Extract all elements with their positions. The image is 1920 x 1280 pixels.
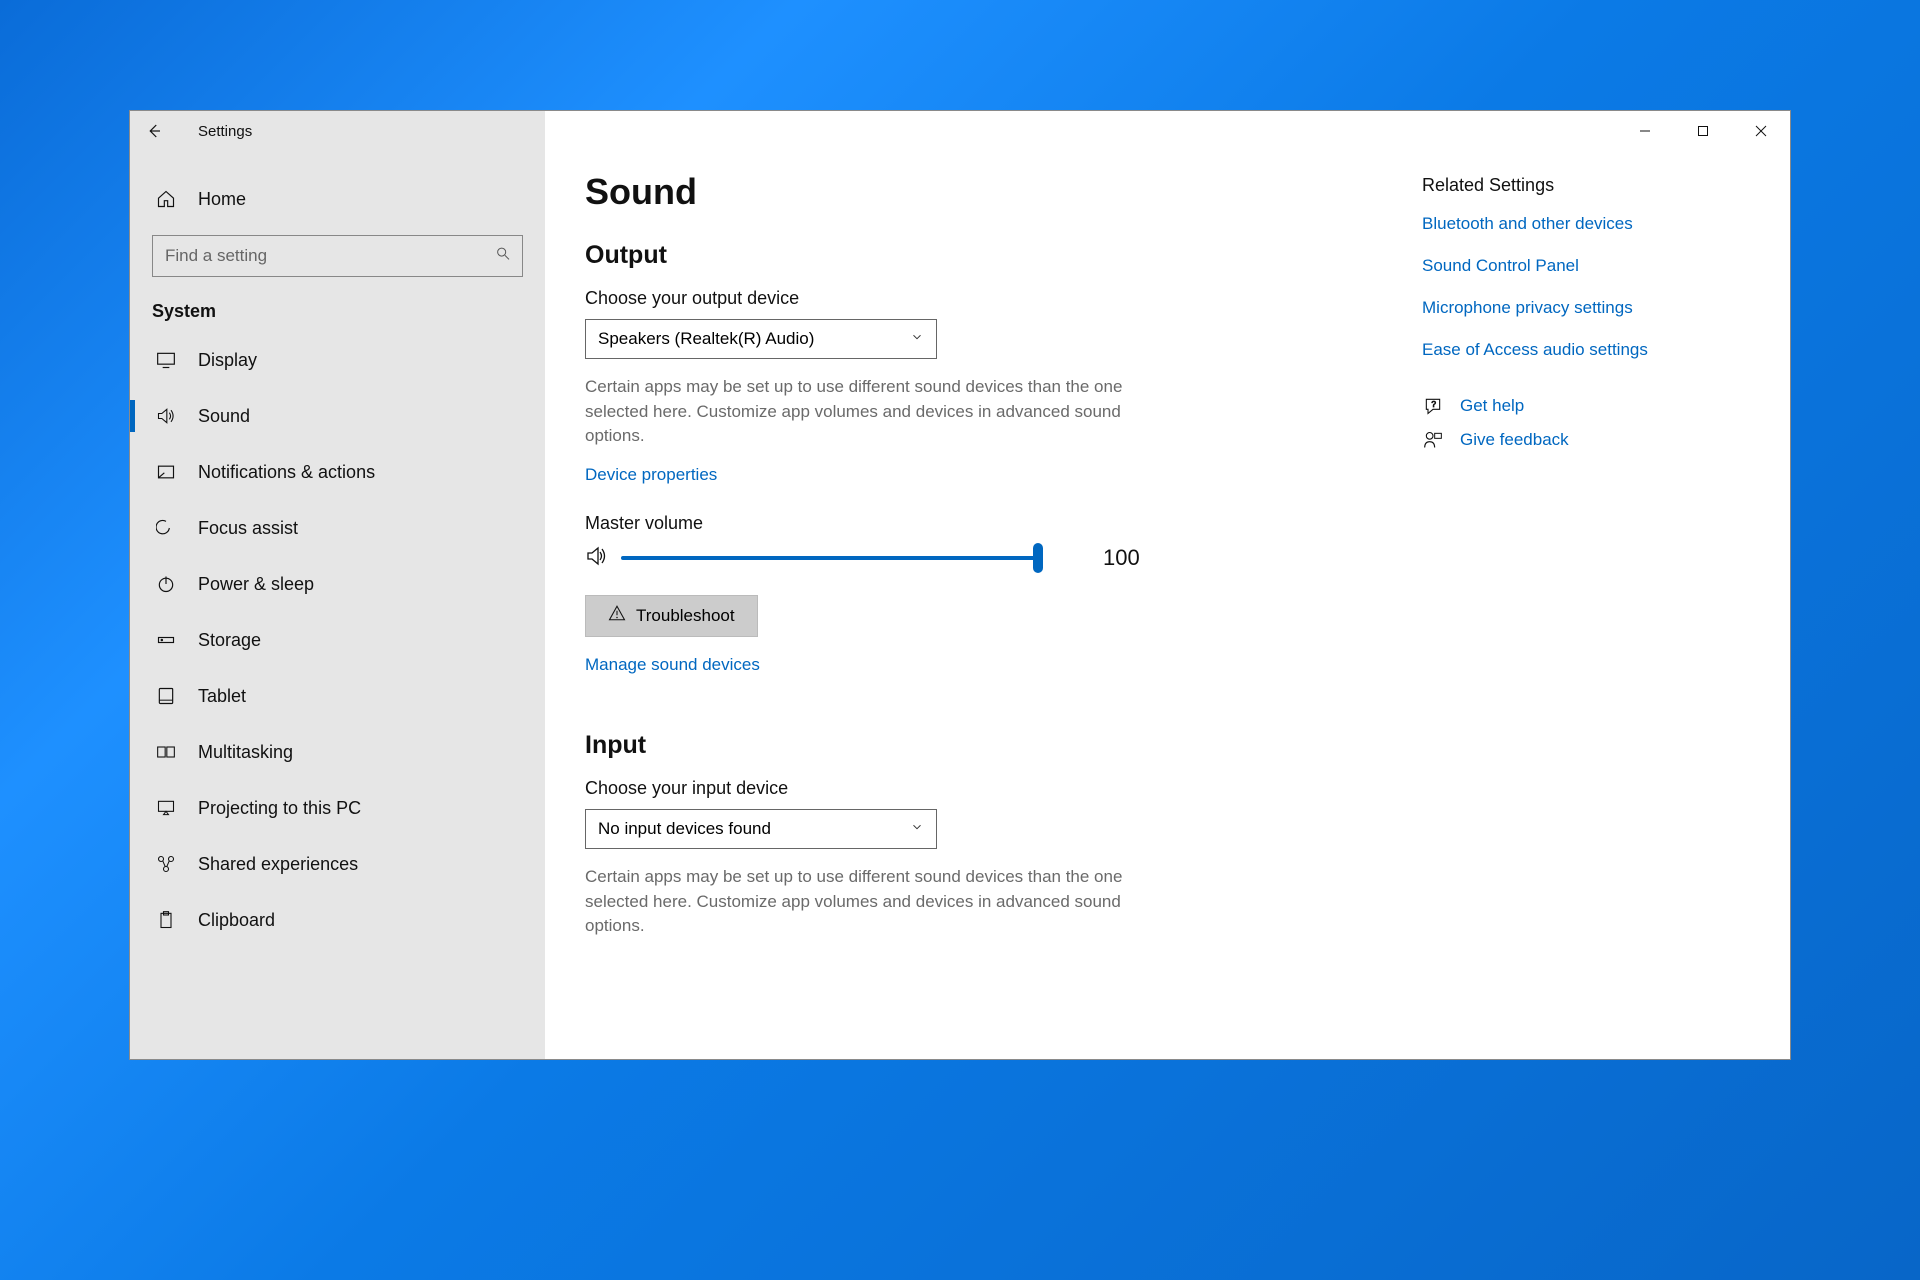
svg-text:?: ? <box>1431 399 1436 409</box>
shared-icon <box>152 854 180 874</box>
sidebar-item-multitasking[interactable]: Multitasking <box>130 724 545 780</box>
sidebar-item-focus-assist[interactable]: Focus assist <box>130 500 545 556</box>
home-icon <box>152 189 180 209</box>
get-help-link[interactable]: Get help <box>1460 396 1524 416</box>
sidebar-home-label: Home <box>198 189 246 210</box>
input-heading: Input <box>585 731 1335 760</box>
search-icon <box>495 245 511 266</box>
chevron-down-icon <box>910 329 924 349</box>
maximize-button[interactable] <box>1674 111 1732 151</box>
sidebar-item-storage[interactable]: Storage <box>130 612 545 668</box>
help-icon: ? <box>1422 396 1444 416</box>
sidebar-item-projecting[interactable]: Projecting to this PC <box>130 780 545 836</box>
minimize-button[interactable] <box>1616 111 1674 151</box>
warning-icon <box>608 604 626 627</box>
page-title: Sound <box>585 171 1335 213</box>
slider-thumb[interactable] <box>1033 543 1043 573</box>
window-title: Settings <box>198 123 252 140</box>
sidebar-item-label: Notifications & actions <box>198 462 375 483</box>
sidebar-item-label: Sound <box>198 406 250 427</box>
speaker-icon <box>585 544 609 573</box>
give-feedback-link[interactable]: Give feedback <box>1460 430 1569 450</box>
master-volume-row: 100 <box>585 544 1335 573</box>
related-link-ease-of-access[interactable]: Ease of Access audio settings <box>1422 340 1732 360</box>
get-help-row[interactable]: ? Get help <box>1422 396 1732 416</box>
sidebar-item-label: Clipboard <box>198 910 275 931</box>
search-input[interactable] <box>152 235 523 277</box>
sidebar-item-label: Shared experiences <box>198 854 358 875</box>
close-button[interactable] <box>1732 111 1790 151</box>
sidebar-item-label: Focus assist <box>198 518 298 539</box>
chevron-down-icon <box>910 819 924 839</box>
search-container <box>130 227 545 289</box>
focus-assist-icon <box>152 518 180 538</box>
sidebar-home[interactable]: Home <box>130 171 545 227</box>
content-area: Sound Output Choose your output device S… <box>545 111 1790 1059</box>
display-icon <box>152 350 180 370</box>
master-volume-slider[interactable] <box>621 556 1039 560</box>
sidebar-item-label: Tablet <box>198 686 246 707</box>
tablet-icon <box>152 686 180 706</box>
storage-icon <box>152 630 180 650</box>
output-choose-label: Choose your output device <box>585 288 1335 309</box>
sidebar-item-tablet[interactable]: Tablet <box>130 668 545 724</box>
give-feedback-row[interactable]: Give feedback <box>1422 430 1732 450</box>
settings-window: Settings Home System Display Sou <box>129 110 1791 1060</box>
input-device-value: No input devices found <box>598 819 771 839</box>
notifications-icon <box>152 462 180 482</box>
troubleshoot-button[interactable]: Troubleshoot <box>585 595 758 637</box>
sidebar-item-label: Storage <box>198 630 261 651</box>
output-device-dropdown[interactable]: Speakers (Realtek(R) Audio) <box>585 319 937 359</box>
sidebar-section-label: System <box>130 289 545 332</box>
projecting-icon <box>152 798 180 818</box>
output-helper-text: Certain apps may be set up to use differ… <box>585 375 1165 449</box>
sound-icon <box>152 406 180 426</box>
minimize-icon <box>1639 125 1651 137</box>
sidebar-item-shared-experiences[interactable]: Shared experiences <box>130 836 545 892</box>
output-device-value: Speakers (Realtek(R) Audio) <box>598 329 814 349</box>
related-link-sound-control-panel[interactable]: Sound Control Panel <box>1422 256 1732 276</box>
multitasking-icon <box>152 742 180 762</box>
output-heading: Output <box>585 241 1335 270</box>
maximize-icon <box>1697 125 1709 137</box>
related-link-microphone-privacy[interactable]: Microphone privacy settings <box>1422 298 1732 318</box>
related-settings-heading: Related Settings <box>1422 175 1732 196</box>
close-icon <box>1755 125 1767 137</box>
right-column: Related Settings Bluetooth and other dev… <box>1422 171 1732 1059</box>
input-helper-text: Certain apps may be set up to use differ… <box>585 865 1165 939</box>
arrow-left-icon <box>145 122 163 140</box>
sidebar-item-label: Display <box>198 350 257 371</box>
input-choose-label: Choose your input device <box>585 778 1335 799</box>
power-icon <box>152 574 180 594</box>
input-device-dropdown[interactable]: No input devices found <box>585 809 937 849</box>
clipboard-icon <box>152 910 180 930</box>
sidebar-item-clipboard[interactable]: Clipboard <box>130 892 545 948</box>
master-volume-label: Master volume <box>585 513 1335 534</box>
sidebar-item-notifications[interactable]: Notifications & actions <box>130 444 545 500</box>
titlebar: Settings <box>130 111 1790 151</box>
sidebar: Home System Display Sound Notifications … <box>130 111 545 1059</box>
sidebar-item-power-sleep[interactable]: Power & sleep <box>130 556 545 612</box>
sidebar-item-label: Projecting to this PC <box>198 798 361 819</box>
main-column: Sound Output Choose your output device S… <box>585 171 1365 1059</box>
sidebar-item-label: Power & sleep <box>198 574 314 595</box>
feedback-icon <box>1422 430 1444 450</box>
sidebar-item-label: Multitasking <box>198 742 293 763</box>
window-controls <box>1616 111 1790 151</box>
master-volume-value: 100 <box>1103 545 1140 571</box>
sidebar-item-display[interactable]: Display <box>130 332 545 388</box>
back-button[interactable] <box>130 111 178 151</box>
device-properties-link[interactable]: Device properties <box>585 465 717 485</box>
manage-sound-devices-link[interactable]: Manage sound devices <box>585 655 760 675</box>
troubleshoot-label: Troubleshoot <box>636 606 735 626</box>
sidebar-item-sound[interactable]: Sound <box>130 388 545 444</box>
related-link-bluetooth[interactable]: Bluetooth and other devices <box>1422 214 1732 234</box>
